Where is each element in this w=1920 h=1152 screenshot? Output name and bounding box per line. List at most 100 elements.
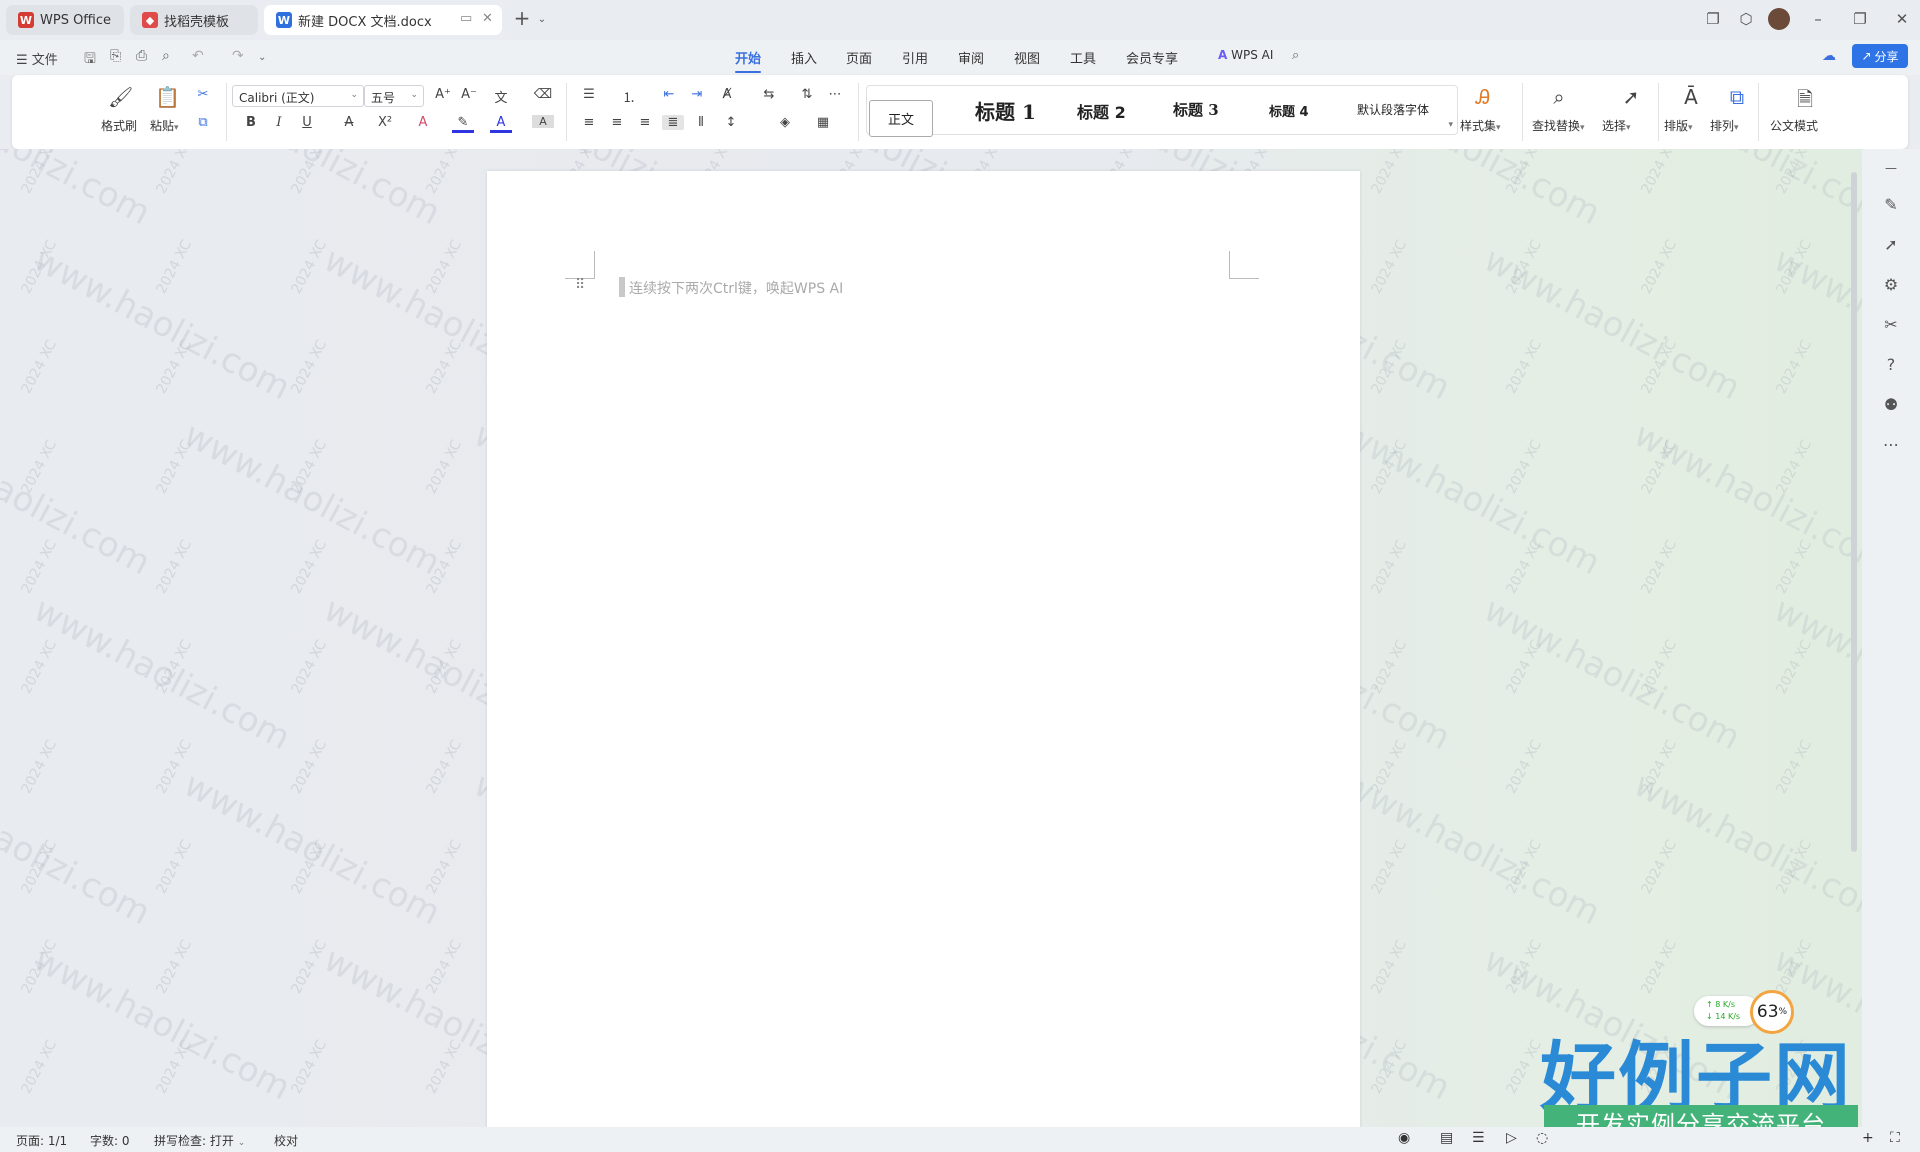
text-direction-icon[interactable]: Ⱥ: [716, 87, 738, 102]
align-left-icon[interactable]: ≡: [578, 115, 600, 130]
tools-icon[interactable]: ✂: [1880, 315, 1902, 334]
cube-icon[interactable]: ⬡: [1736, 10, 1756, 28]
copy-icon[interactable]: ⧉: [192, 115, 214, 130]
sort-icon[interactable]: ⇅: [796, 87, 818, 102]
style-set-button[interactable]: 样式集▾: [1460, 117, 1501, 134]
official-doc-icon[interactable]: 🗎: [1794, 85, 1816, 119]
quick-access-more-icon[interactable]: ⌄: [258, 52, 266, 63]
avatar[interactable]: [1768, 8, 1790, 30]
distribute-icon[interactable]: ⫴: [690, 115, 712, 130]
play-icon[interactable]: ▷: [1506, 1130, 1517, 1146]
convert-icon[interactable]: ⇆: [758, 87, 780, 102]
share-button[interactable]: ↗ 分享: [1852, 44, 1908, 68]
style-normal[interactable]: 正文: [869, 100, 934, 137]
bullet-list-icon[interactable]: ☰: [578, 87, 600, 102]
select-button[interactable]: 选择▾: [1602, 117, 1631, 134]
gallery-expand-icon[interactable]: ▾: [1448, 120, 1453, 130]
minimize-icon[interactable]: –: [1808, 10, 1828, 28]
sliders-icon[interactable]: ⚙: [1880, 275, 1902, 294]
arrange-button[interactable]: 排列▾: [1710, 117, 1739, 134]
numbered-list-icon[interactable]: ⒈: [618, 87, 640, 106]
proofread-button[interactable]: 校对: [274, 1132, 298, 1149]
more-icon[interactable]: ⋯: [1880, 435, 1902, 454]
robot-icon[interactable]: ⚉: [1880, 395, 1902, 414]
superscript-icon[interactable]: X²: [374, 115, 396, 130]
align-right-icon[interactable]: ≡: [634, 115, 656, 130]
layout-icon[interactable]: Ā: [1680, 85, 1702, 109]
export-pdf-icon[interactable]: ⎘: [110, 48, 121, 64]
cursor-icon[interactable]: ➚: [1880, 235, 1902, 254]
window-close-icon[interactable]: ✕: [1892, 10, 1912, 28]
tab-wps-office[interactable]: W WPS Office: [6, 5, 124, 35]
document-workspace[interactable]: www.haolizi.com www.haolizi.com www.haoliz…: [0, 149, 1862, 1127]
save-icon[interactable]: 🖫: [84, 48, 96, 72]
zoom-in-icon[interactable]: +: [1862, 1130, 1874, 1146]
outline-view-icon[interactable]: ☰: [1472, 1130, 1485, 1146]
shrink-font-icon[interactable]: A⁻: [458, 87, 480, 102]
style-heading-4[interactable]: 标题 4: [1269, 101, 1309, 120]
tab-docer-templates[interactable]: ◆ 找稻壳模板: [130, 5, 258, 35]
wps-ai-button[interactable]: A WPS AI: [1218, 48, 1273, 62]
paste-button[interactable]: 粘贴▾: [150, 117, 179, 134]
clear-format-icon[interactable]: ⌫: [532, 87, 554, 102]
help-icon[interactable]: ?: [1880, 355, 1902, 374]
italic-icon[interactable]: I: [268, 115, 290, 130]
screen-icon[interactable]: ▭: [460, 11, 472, 26]
close-icon[interactable]: ✕: [482, 11, 493, 26]
drag-handle-icon[interactable]: ⠿: [575, 277, 585, 293]
redo-icon[interactable]: ↷: [232, 48, 244, 64]
strikethrough-icon[interactable]: A: [338, 115, 360, 130]
official-mode-button[interactable]: 公文模式: [1770, 117, 1818, 134]
format-painter-icon[interactable]: 🖌: [108, 85, 133, 109]
phonetic-icon[interactable]: 文: [490, 87, 512, 106]
arrange-icon[interactable]: ⧉: [1726, 85, 1748, 109]
style-heading-3[interactable]: 标题 3: [1173, 99, 1219, 120]
cloud-sync-icon[interactable]: ☁: [1822, 48, 1836, 64]
increase-indent-icon[interactable]: ⇥: [686, 87, 708, 102]
line-spacing-icon[interactable]: ↕: [720, 115, 742, 130]
char-shading-icon[interactable]: A: [532, 115, 554, 128]
file-menu[interactable]: ☰ 文件: [16, 49, 58, 68]
justify-icon[interactable]: ≣: [662, 115, 684, 130]
underline-icon[interactable]: U: [296, 115, 318, 130]
maximize-icon[interactable]: ❐: [1850, 10, 1870, 28]
undo-icon[interactable]: ↶: [192, 48, 204, 64]
menu-page[interactable]: 页面: [846, 48, 872, 67]
vertical-scrollbar[interactable]: [1851, 172, 1857, 852]
new-tab-icon[interactable]: +: [512, 6, 532, 30]
menu-view[interactable]: 视图: [1014, 48, 1040, 67]
font-size-select[interactable]: 五号 ⌄: [364, 85, 424, 107]
border-icon[interactable]: ▦: [812, 115, 834, 130]
style-default-para-font[interactable]: 默认段落字体: [1357, 101, 1429, 118]
word-count[interactable]: 字数: 0: [90, 1132, 130, 1149]
menu-insert[interactable]: 插入: [791, 48, 817, 67]
layout-button[interactable]: 排版▾: [1664, 117, 1693, 134]
paste-icon[interactable]: 📋: [155, 85, 180, 109]
style-heading-2[interactable]: 标题 2: [1077, 99, 1126, 123]
collapse-icon[interactable]: —: [1880, 161, 1902, 175]
menu-member[interactable]: 会员专享: [1126, 48, 1178, 67]
shading-icon[interactable]: ◈: [774, 115, 796, 130]
bold-icon[interactable]: B: [240, 115, 262, 130]
align-center-icon[interactable]: ≡: [606, 115, 628, 130]
restore-tabs-icon[interactable]: ❐: [1703, 10, 1723, 28]
page-count[interactable]: 页面: 1/1: [16, 1132, 67, 1149]
document-page[interactable]: ⠿ 连续按下两次Ctrl键，唤起WPS AI: [487, 171, 1360, 1127]
page-view-icon[interactable]: ▤: [1440, 1130, 1453, 1146]
find-replace-button[interactable]: 查找替换▾: [1532, 117, 1585, 134]
style-set-icon[interactable]: Ꭿ: [1472, 85, 1494, 109]
cut-icon[interactable]: ✂: [192, 87, 214, 102]
tab-new-docx[interactable]: W 新建 DOCX 文档.docx ▭ ✕: [264, 5, 502, 35]
print-icon[interactable]: ⎙: [136, 48, 147, 64]
style-heading-1[interactable]: 标题 1: [975, 96, 1036, 125]
menu-references[interactable]: 引用: [902, 48, 928, 67]
select-cursor-icon[interactable]: ➚: [1620, 85, 1642, 109]
print-preview-icon[interactable]: ⌕: [162, 48, 170, 64]
search-icon[interactable]: ⌕: [1292, 48, 1299, 63]
menu-home[interactable]: 开始: [735, 48, 762, 73]
fit-page-icon[interactable]: ⛶: [1890, 1130, 1900, 1146]
decrease-indent-icon[interactable]: ⇤: [658, 87, 680, 102]
text-effect-icon[interactable]: A: [412, 115, 434, 130]
pen-icon[interactable]: ✎: [1880, 195, 1902, 214]
menu-tools[interactable]: 工具: [1070, 48, 1096, 67]
